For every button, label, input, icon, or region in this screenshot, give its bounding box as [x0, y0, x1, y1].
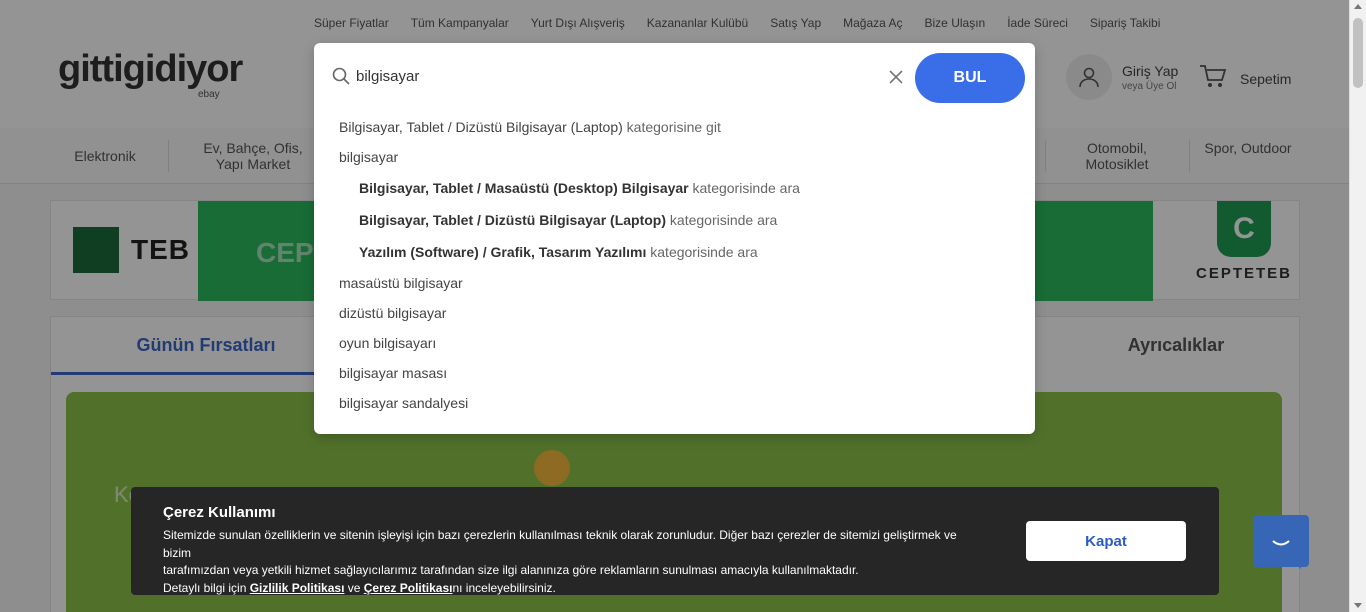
suggestion-text: bilgisayar masası: [339, 365, 448, 381]
suggestion-item[interactable]: bilgisayar sandalyesi: [339, 395, 468, 411]
suggestion-category: Bilgisayar, Tablet / Masaüstü (Desktop) …: [359, 180, 689, 196]
suggestion-text: Bilgisayar, Tablet / Dizüstü Bilgisayar …: [339, 119, 623, 135]
suggestion-suffix: kategorisine git: [622, 119, 721, 135]
search-input[interactable]: [356, 61, 876, 91]
cookie-line-3: Detaylı bilgi için Gizlilik Politikası v…: [163, 580, 983, 598]
scroll-up-arrow-icon[interactable]: [1354, 4, 1362, 9]
cookie-text: Sitemizde sunulan özelliklerin ve siteni…: [163, 527, 983, 597]
cookie-banner: Çerez Kullanımı Sitemizde sunulan özelli…: [131, 487, 1219, 595]
cookie-title: Çerez Kullanımı: [163, 504, 276, 521]
suggestion-item[interactable]: bilgisayar: [339, 149, 398, 165]
suggestion-item[interactable]: Yazılım (Software) / Grafik, Tasarım Yaz…: [359, 244, 758, 260]
scrollbar-thumb[interactable]: [1353, 18, 1363, 88]
suggestion-item[interactable]: Bilgisayar, Tablet / Dizüstü Bilgisayar …: [359, 212, 777, 228]
chat-bubble-tail: [1291, 559, 1301, 569]
suggestion-category: Yazılım (Software) / Grafik, Tasarım Yaz…: [359, 244, 647, 260]
cookie-line-3-post: nı inceleyebilirsiniz.: [452, 580, 556, 595]
suggestion-item[interactable]: oyun bilgisayarı: [339, 335, 436, 351]
suggestion-item[interactable]: Bilgisayar, Tablet / Masaüstü (Desktop) …: [359, 180, 800, 196]
close-cookie-button[interactable]: Kapat: [1026, 521, 1186, 561]
suggestion-text: dizüstü bilgisayar: [339, 305, 447, 321]
search-icon: [332, 67, 350, 85]
scroll-down-arrow-icon[interactable]: [1354, 603, 1362, 608]
suggestion-category: Bilgisayar, Tablet / Dizüstü Bilgisayar …: [359, 212, 667, 228]
search-button[interactable]: BUL: [915, 53, 1025, 103]
suggestion-text: bilgisayar: [339, 149, 399, 165]
privacy-policy-link[interactable]: Gizlilik Politikası: [250, 581, 345, 595]
suggestion-text: oyun bilgisayarı: [339, 335, 437, 351]
suggestion-suffix: kategorisinde ara: [646, 244, 758, 260]
cookie-line-3-mid: ve: [344, 580, 364, 595]
suggestion-text: bilgisayar sandalyesi: [339, 395, 469, 411]
cookie-line-2: tarafımızdan veya yetkili hizmet sağlayı…: [163, 563, 859, 577]
clear-search-icon[interactable]: [888, 69, 904, 85]
chat-widget-button[interactable]: [1253, 515, 1309, 569]
suggestion-text: masaüstü bilgisayar: [339, 275, 463, 291]
cookie-line-3-pre: Detaylı bilgi için: [163, 580, 250, 595]
suggestion-item[interactable]: Bilgisayar, Tablet / Dizüstü Bilgisayar …: [339, 119, 721, 135]
page-scrollbar[interactable]: [1349, 0, 1366, 612]
search-panel: BUL Bilgisayar, Tablet / Dizüstü Bilgisa…: [314, 43, 1035, 434]
suggestion-item[interactable]: masaüstü bilgisayar: [339, 275, 463, 291]
suggestion-suffix: kategorisinde ara: [666, 212, 778, 228]
suggestion-item[interactable]: bilgisayar masası: [339, 365, 447, 381]
cookie-line-1: Sitemizde sunulan özelliklerin ve siteni…: [163, 528, 957, 560]
suggestion-item[interactable]: dizüstü bilgisayar: [339, 305, 446, 321]
suggestion-suffix: kategorisinde ara: [688, 180, 800, 196]
cookie-policy-link[interactable]: Çerez Politikası: [364, 581, 453, 595]
